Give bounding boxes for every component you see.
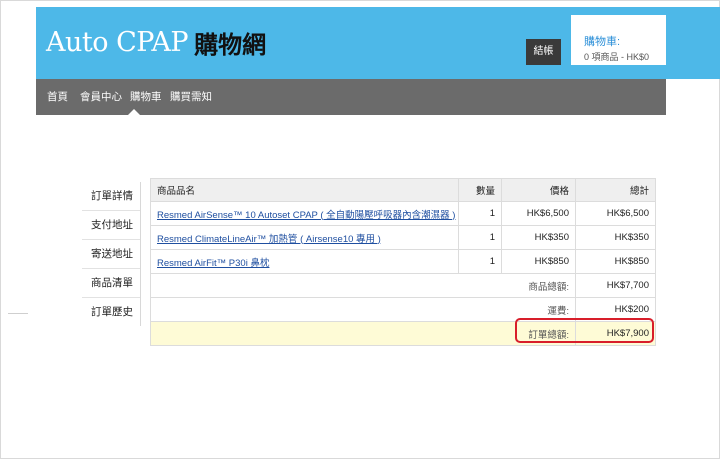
shipping-value: HK$200 <box>575 297 656 322</box>
column-header-price: 價格 <box>501 178 576 202</box>
table-row: Resmed AirSense™ 10 Autoset CPAP ( 全自動陽壓… <box>150 201 656 226</box>
qty-cell: 1 <box>458 249 502 274</box>
product-link[interactable]: Resmed ClimateLineAir™ 加熱管 ( Airsense10 … <box>157 234 381 245</box>
grand-total-value: HK$7,900 <box>575 321 656 346</box>
table-header-row: 商品品名 數量 價格 總計 <box>150 178 656 202</box>
price-cell: HK$350 <box>501 225 576 250</box>
table-row: Resmed ClimateLineAir™ 加熱管 ( Airsense10 … <box>150 225 656 250</box>
shipping-label: 運費: <box>150 297 576 322</box>
logo-text: Auto CPAP <box>46 27 189 58</box>
active-nav-caret-icon <box>128 109 140 115</box>
sidebar-item-billing-address[interactable]: 支付地址 <box>82 210 140 239</box>
total-cell: HK$850 <box>575 249 656 274</box>
sidebar-item-product-list[interactable]: 商品清單 <box>82 268 140 297</box>
qty-cell: 1 <box>458 225 502 250</box>
sidebar-item-order-details[interactable]: 訂單詳情 <box>82 182 140 210</box>
checkout-button[interactable]: 結帳 <box>526 39 561 65</box>
cart-title[interactable]: 購物車: <box>584 33 620 49</box>
order-items-table: 商品品名 數量 價格 總計 Resmed AirSense™ 10 Autose… <box>150 178 656 346</box>
logo-subtitle: 購物網 <box>194 31 267 59</box>
main-nav: 首頁 會員中心 購物車 購買需知 <box>36 79 666 115</box>
grand-total-label: 訂單總額: <box>150 321 576 346</box>
column-header-name: 商品品名 <box>150 178 459 202</box>
subtotal-row: 商品總額: HK$7,700 <box>150 273 656 298</box>
nav-item-home[interactable]: 首頁 <box>47 79 68 115</box>
subtotal-value: HK$7,700 <box>575 273 656 298</box>
price-cell: HK$850 <box>501 249 576 274</box>
cart-widget[interactable]: 購物車: 0 項商品 - HK$0 <box>571 15 666 65</box>
price-cell: HK$6,500 <box>501 201 576 226</box>
product-link[interactable]: Resmed AirFit™ P30i 鼻枕 <box>157 258 269 269</box>
site-header: Auto CPAP 購物網 結帳 購物車: 0 項商品 - HK$0 <box>36 7 720 79</box>
divider <box>8 313 28 314</box>
site-logo[interactable]: Auto CPAP 購物網 <box>46 25 266 60</box>
product-link[interactable]: Resmed AirSense™ 10 Autoset CPAP ( 全自動陽壓… <box>157 210 455 221</box>
sidebar-item-shipping-address[interactable]: 寄送地址 <box>82 239 140 268</box>
sidebar-item-order-history[interactable]: 訂單歷史 <box>82 297 140 326</box>
column-header-qty: 數量 <box>458 178 502 202</box>
total-cell: HK$6,500 <box>575 201 656 226</box>
table-row: Resmed AirFit™ P30i 鼻枕 1 HK$850 HK$850 <box>150 249 656 274</box>
grand-total-row: 訂單總額: HK$7,900 <box>150 321 656 346</box>
member-sidebar: 訂單詳情 支付地址 寄送地址 商品清單 訂單歷史 <box>82 182 141 326</box>
column-header-total: 總計 <box>575 178 656 202</box>
shipping-row: 運費: HK$200 <box>150 297 656 322</box>
cart-summary: 0 項商品 - HK$0 <box>584 52 650 62</box>
nav-item-purchase-info[interactable]: 購買需知 <box>170 79 212 115</box>
qty-cell: 1 <box>458 201 502 226</box>
nav-item-member-center[interactable]: 會員中心 <box>80 79 122 115</box>
total-cell: HK$350 <box>575 225 656 250</box>
subtotal-label: 商品總額: <box>150 273 576 298</box>
